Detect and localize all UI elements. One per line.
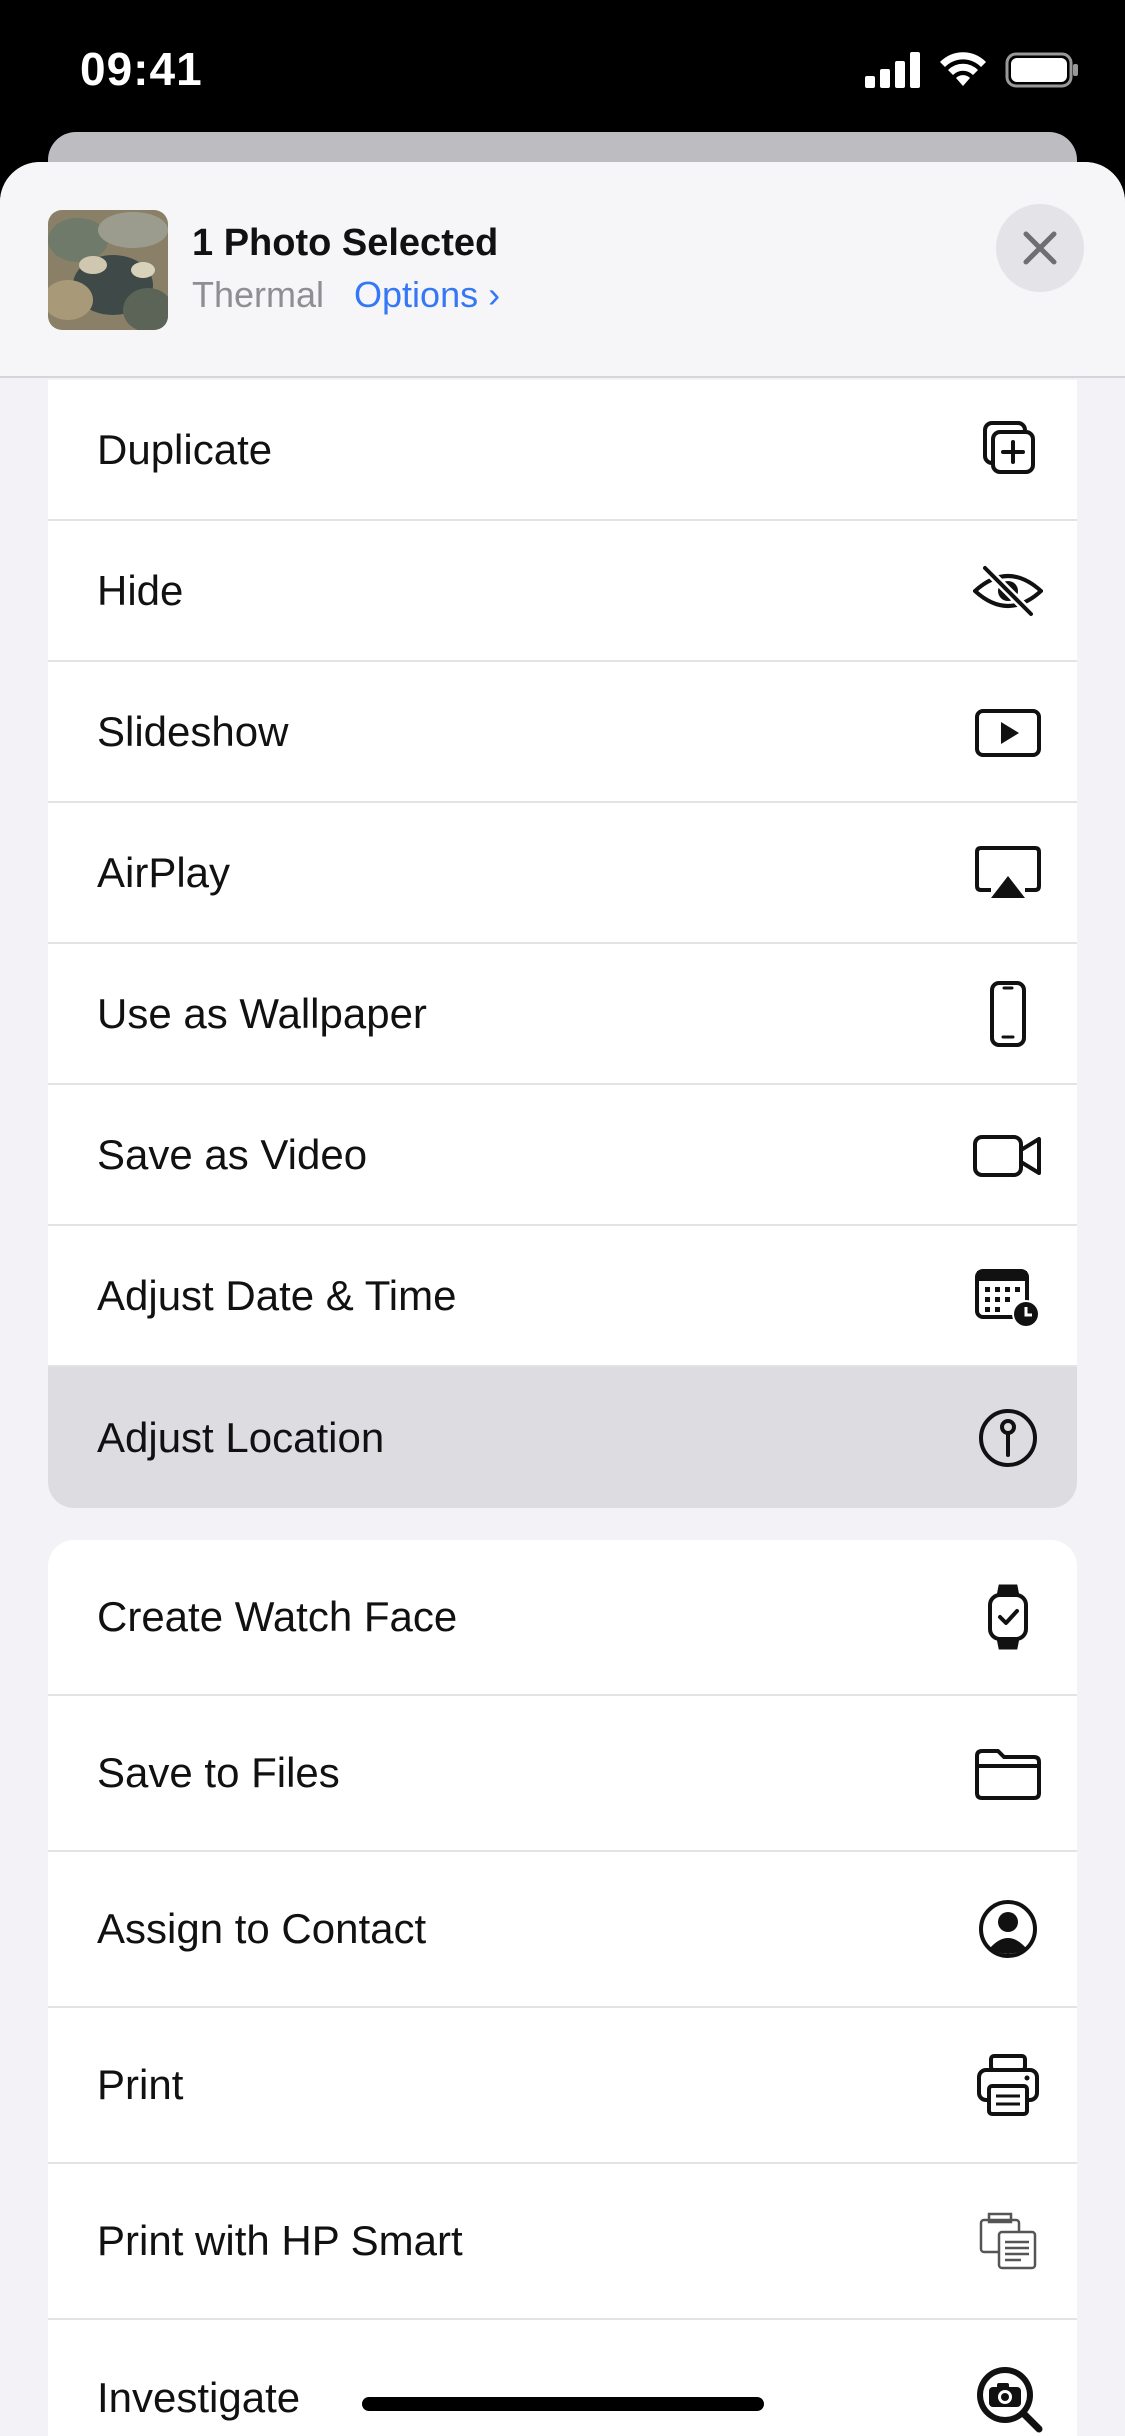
close-button[interactable] xyxy=(996,204,1084,292)
action-label: Hide xyxy=(97,566,184,614)
action-print[interactable]: Print xyxy=(48,2008,1077,2164)
duplicate-icon xyxy=(973,415,1043,485)
action-assign-to-contact[interactable]: Assign to Contact xyxy=(48,1852,1077,2008)
close-icon xyxy=(1023,231,1057,265)
calendar-clock-icon xyxy=(973,1261,1043,1331)
action-print-with-hp-smart[interactable]: Print with HP Smart xyxy=(48,2164,1077,2320)
action-label: Print xyxy=(97,2061,184,2108)
action-label: Adjust Date & Time xyxy=(97,1271,457,1319)
action-label: Adjust Location xyxy=(97,1413,385,1461)
home-indicator[interactable] xyxy=(362,2397,764,2411)
action-label: Save as Video xyxy=(97,1130,368,1178)
action-airplay[interactable]: AirPlay xyxy=(48,803,1077,944)
share-sheet-header: 1 Photo Selected Thermal Options › xyxy=(0,162,1125,378)
watch-icon xyxy=(973,1582,1043,1652)
wifi-icon xyxy=(940,52,986,86)
action-label: Print with HP Smart xyxy=(97,2217,463,2264)
action-label: Use as Wallpaper xyxy=(97,989,427,1037)
share-sheet: 1 Photo Selected Thermal Options › Dupli… xyxy=(0,162,1125,2436)
hp-smart-icon xyxy=(973,2206,1043,2276)
options-label: Options xyxy=(354,274,479,315)
action-use-as-wallpaper[interactable]: Use as Wallpaper xyxy=(48,944,1077,1085)
action-duplicate[interactable]: Duplicate xyxy=(48,380,1077,521)
action-label: Investigate xyxy=(97,2374,301,2421)
person-circle-icon xyxy=(973,1894,1043,1964)
eye-slash-icon xyxy=(973,556,1043,626)
action-label: Save to Files xyxy=(97,1749,340,1796)
status-bar: 09:41 xyxy=(0,0,1125,140)
photo-thumbnail xyxy=(48,210,168,330)
action-adjust-date-time[interactable]: Adjust Date & Time xyxy=(48,1226,1077,1367)
action-hide[interactable]: Hide xyxy=(48,521,1077,662)
album-name: Thermal xyxy=(192,274,325,315)
camera-magnifier-icon xyxy=(973,2363,1043,2433)
location-pin-icon xyxy=(973,1403,1043,1473)
play-rectangle-icon xyxy=(973,697,1043,767)
action-label: Duplicate xyxy=(97,425,273,473)
chevron-right-icon: › xyxy=(488,274,501,315)
actions-group-primary: Duplicate Hide Slideshow AirPlay Use as … xyxy=(48,380,1077,1508)
actions-group-secondary: Create Watch Face Save to Files Assign t… xyxy=(48,1540,1077,2436)
action-label: Create Watch Face xyxy=(97,1593,458,1640)
action-label: Slideshow xyxy=(97,707,289,755)
action-create-watch-face[interactable]: Create Watch Face xyxy=(48,1540,1077,1696)
action-slideshow[interactable]: Slideshow xyxy=(48,662,1077,803)
folder-icon xyxy=(973,1738,1043,1808)
battery-icon xyxy=(1005,52,1078,88)
action-investigate[interactable]: Investigate xyxy=(48,2320,1077,2436)
action-save-to-files[interactable]: Save to Files xyxy=(48,1696,1077,1852)
video-camera-icon xyxy=(973,1120,1043,1190)
action-save-as-video[interactable]: Save as Video xyxy=(48,1085,1077,1226)
action-adjust-location[interactable]: Adjust Location xyxy=(48,1367,1077,1508)
action-label: Assign to Contact xyxy=(97,1905,427,1952)
status-icons xyxy=(865,50,1079,90)
action-label: AirPlay xyxy=(97,848,231,896)
airplay-icon xyxy=(973,838,1043,908)
selection-subtitle: Thermal Options › xyxy=(192,274,500,316)
options-link[interactable]: Options › xyxy=(354,274,500,316)
iphone-icon xyxy=(973,979,1043,1049)
status-time: 09:41 xyxy=(80,43,203,95)
printer-icon xyxy=(973,2050,1043,2120)
cellular-signal-icon xyxy=(865,52,920,88)
selection-title: 1 Photo Selected xyxy=(192,222,499,264)
